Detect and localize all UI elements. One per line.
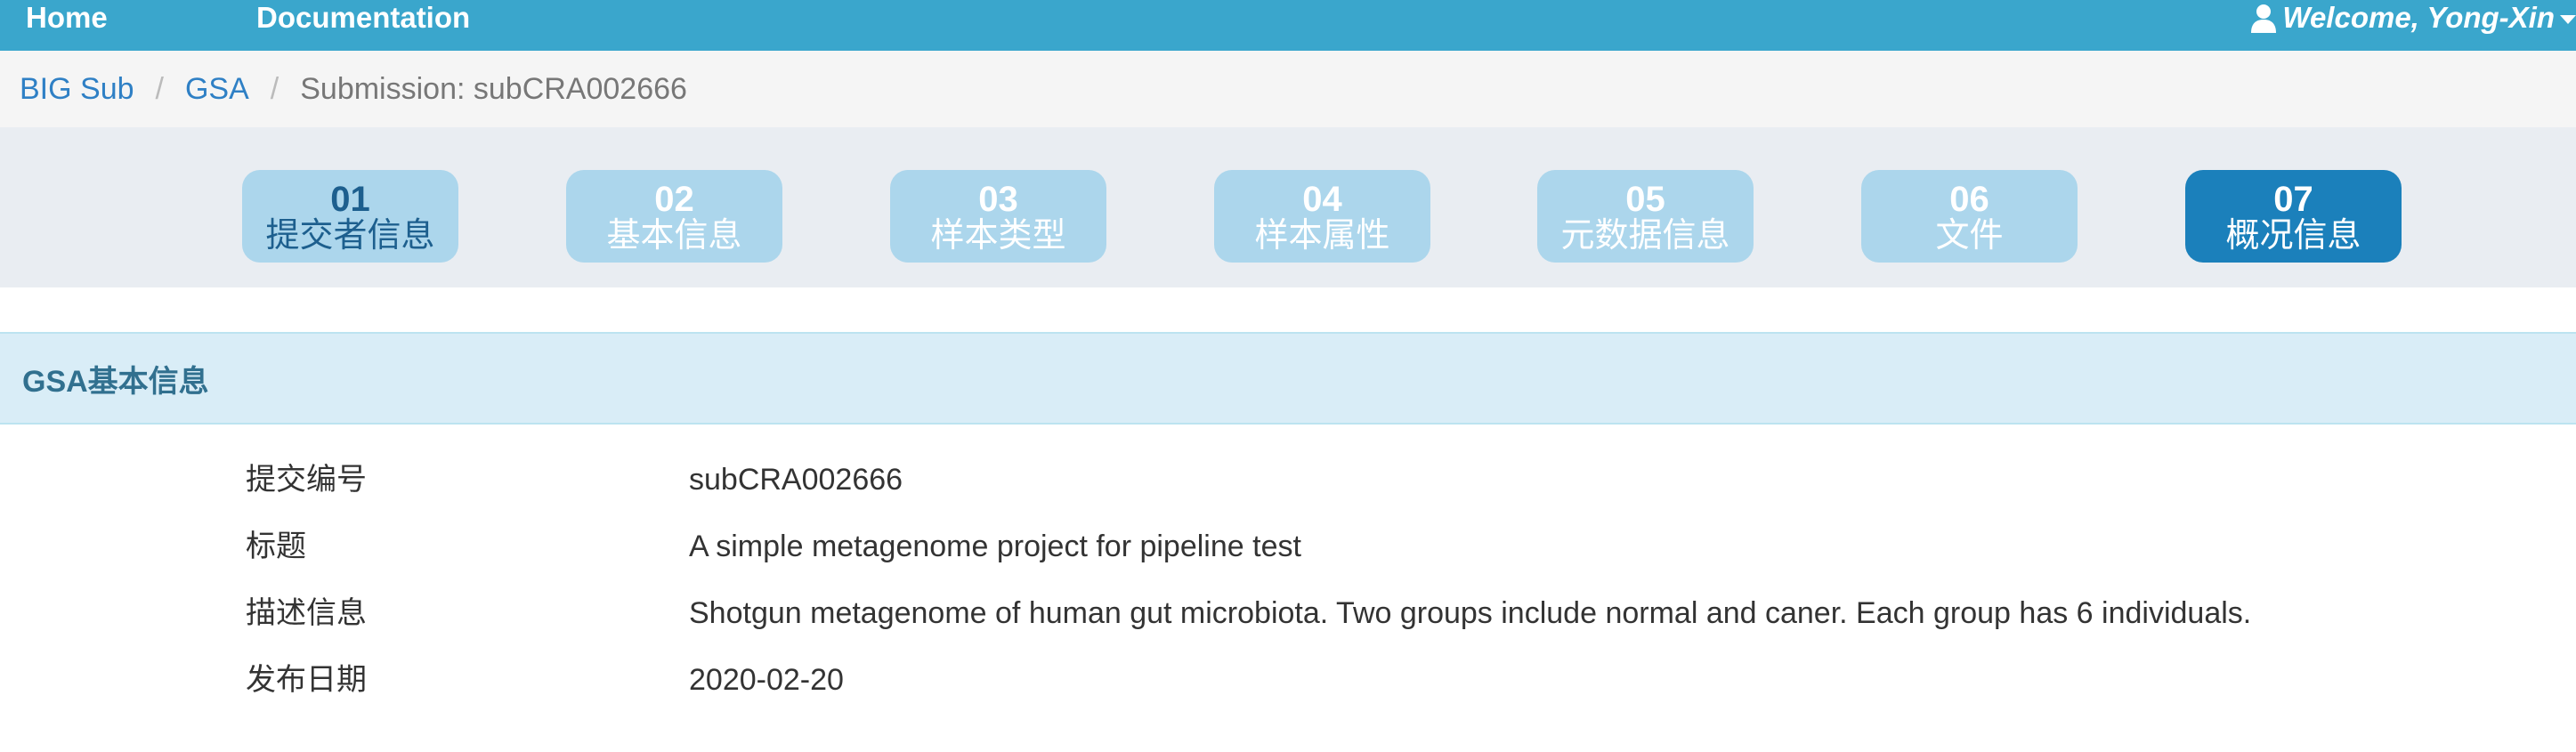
step-number: 01 xyxy=(330,180,370,219)
step-04-sample-attributes[interactable]: 04 样本属性 xyxy=(1214,170,1430,263)
breadcrumb: BIG Sub / GSA / Submission: subCRA002666 xyxy=(0,51,2576,127)
panel-header: GSA基本信息 xyxy=(0,332,2576,425)
info-row-submission-id: 提交编号 subCRA002666 xyxy=(0,447,2576,513)
step-07-overview[interactable]: 07 概况信息 xyxy=(2185,170,2402,263)
step-label: 提交者信息 xyxy=(265,215,435,255)
info-row-title: 标题 A simple metagenome project for pipel… xyxy=(0,513,2576,580)
nav-documentation-link[interactable]: Documentation xyxy=(256,0,470,36)
info-value: A simple metagenome project for pipeline… xyxy=(689,530,1301,563)
step-number: 04 xyxy=(1302,180,1342,219)
step-number: 06 xyxy=(1949,180,1989,219)
chevron-down-icon xyxy=(2560,15,2576,24)
step-number: 05 xyxy=(1625,180,1665,219)
info-label: 发布日期 xyxy=(246,663,367,697)
info-value: subCRA002666 xyxy=(689,463,903,497)
step-label: 元数据信息 xyxy=(1560,215,1730,255)
breadcrumb-separator: / xyxy=(155,71,164,106)
step-label: 样本类型 xyxy=(930,215,1066,255)
step-label: 基本信息 xyxy=(606,215,742,255)
welcome-text: Welcome, Yong-Xin xyxy=(2282,1,2555,34)
step-02-basic-info[interactable]: 02 基本信息 xyxy=(566,170,782,263)
step-label: 文件 xyxy=(1935,215,2004,255)
info-row-description: 描述信息 Shotgun metagenome of human gut mic… xyxy=(0,580,2576,647)
step-05-metadata[interactable]: 05 元数据信息 xyxy=(1537,170,1754,263)
step-03-sample-type[interactable]: 03 样本类型 xyxy=(890,170,1106,263)
info-label: 描述信息 xyxy=(246,596,367,630)
breadcrumb-current: Submission: subCRA002666 xyxy=(300,71,687,106)
step-number: 03 xyxy=(978,180,1018,219)
breadcrumb-big-sub[interactable]: BIG Sub xyxy=(20,72,134,107)
user-icon xyxy=(2251,4,2277,33)
info-row-release-date: 发布日期 2020-02-20 xyxy=(0,647,2576,714)
info-value: Shotgun metagenome of human gut microbio… xyxy=(689,596,2252,630)
breadcrumb-separator: / xyxy=(270,71,279,106)
top-navbar: Home Documentation Welcome, Yong-Xin xyxy=(0,0,2576,51)
step-number: 07 xyxy=(2273,180,2313,219)
info-label: 标题 xyxy=(246,530,306,563)
nav-home-link[interactable]: Home xyxy=(26,0,108,36)
step-06-files[interactable]: 06 文件 xyxy=(1861,170,2078,263)
step-01-submitter[interactable]: 01 提交者信息 xyxy=(242,170,458,263)
step-label: 样本属性 xyxy=(1254,215,1390,255)
step-label: 概况信息 xyxy=(2225,215,2361,255)
info-label: 提交编号 xyxy=(246,463,367,497)
step-wizard: 01 提交者信息 02 基本信息 03 样本类型 04 样本属性 05 元数据信… xyxy=(0,127,2576,287)
step-number: 02 xyxy=(654,180,694,219)
breadcrumb-gsa[interactable]: GSA xyxy=(185,72,249,107)
user-menu[interactable]: Welcome, Yong-Xin xyxy=(2250,0,2576,36)
info-value: 2020-02-20 xyxy=(689,663,844,697)
panel-title: GSA基本信息 xyxy=(22,364,209,399)
